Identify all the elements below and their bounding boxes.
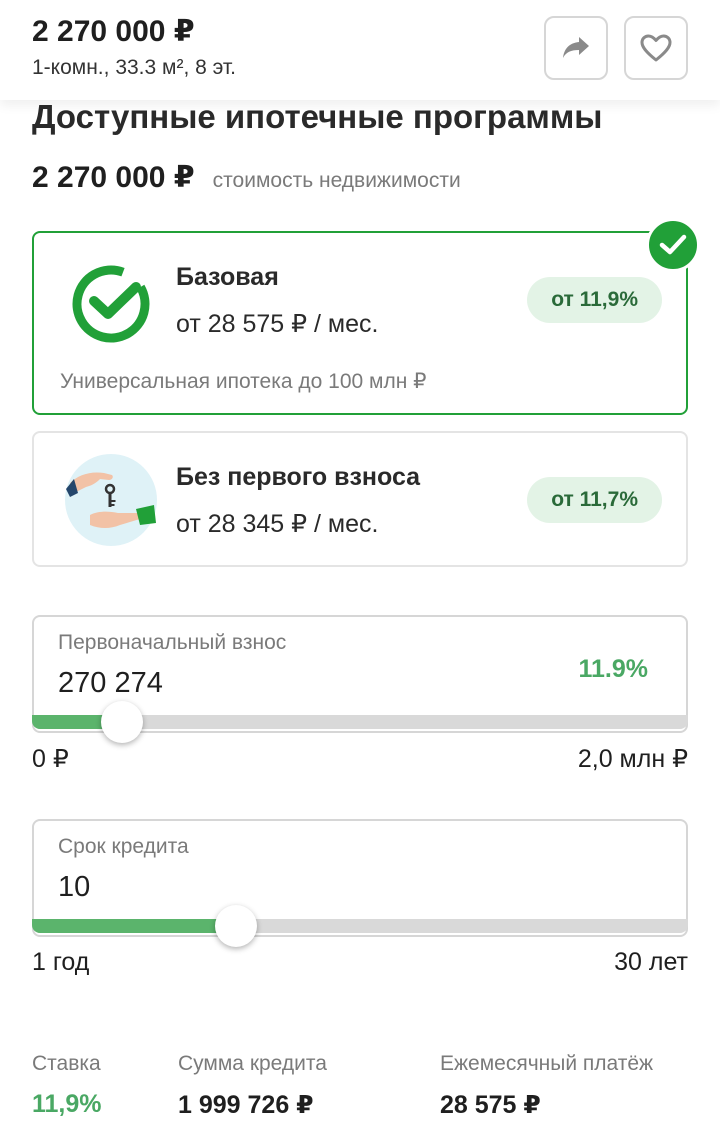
down-payment-percent: 11.9% xyxy=(578,655,648,683)
down-payment-max: 2,0 млн ₽ xyxy=(577,745,688,773)
down-payment-slider-thumb[interactable] xyxy=(101,701,143,743)
hands-with-keys-icon xyxy=(65,454,157,546)
header-price: 2 270 000 ₽ xyxy=(32,15,195,48)
summary-loan-value: 1 999 726 ₽ xyxy=(178,1091,314,1119)
program-title: Без первого взноса xyxy=(176,463,421,491)
summary-monthly-label: Ежемесячный платёж xyxy=(440,1052,654,1075)
section-title: Доступные ипотечные программы xyxy=(32,98,603,135)
summary-monthly-value: 28 575 ₽ xyxy=(440,1091,541,1119)
summary-rate: Ставка 11,9% xyxy=(32,1052,102,1119)
down-payment-label: Первоначальный взнос xyxy=(58,631,287,654)
property-price-row: 2 270 000 ₽ стоимость недвижимости xyxy=(32,160,461,195)
program-payment: от 28 345 ₽ / мес. xyxy=(176,510,379,538)
loan-term-slider-fill xyxy=(32,919,236,933)
summary-rate-value: 11,9% xyxy=(32,1090,102,1118)
share-button[interactable] xyxy=(544,16,608,80)
loan-term-value[interactable]: 10 xyxy=(58,871,90,904)
down-payment-min: 0 ₽ xyxy=(32,745,69,773)
favorite-button[interactable] xyxy=(624,16,688,80)
program-payment: от 28 575 ₽ / мес. xyxy=(176,310,379,338)
loan-term-max: 30 лет xyxy=(614,948,688,976)
program-title: Базовая xyxy=(176,263,279,291)
share-arrow-icon xyxy=(563,37,589,58)
property-price: 2 270 000 ₽ xyxy=(32,161,195,194)
heart-icon xyxy=(640,34,672,62)
loan-term-min: 1 год xyxy=(32,948,90,976)
loan-term-slider-track[interactable] xyxy=(32,919,688,933)
loan-term-label: Срок кредита xyxy=(58,835,189,858)
program-card-base[interactable]: Базовая от 28 575 ₽ / мес. от 11,9% Унив… xyxy=(32,231,688,415)
program-rate-badge: от 11,9% xyxy=(527,277,662,323)
program-description: Универсальная ипотека до 100 млн ₽ xyxy=(60,370,427,393)
summary-loan-label: Сумма кредита xyxy=(178,1052,327,1075)
program-rate-badge: от 11,7% xyxy=(527,477,662,523)
sber-check-logo-icon xyxy=(72,265,150,343)
loan-term-slider-thumb[interactable] xyxy=(215,905,257,947)
header-subtitle: 1-комн., 33.3 м², 8 эт. xyxy=(32,56,237,79)
down-payment-value[interactable]: 270 274 xyxy=(58,667,163,700)
sticky-header: 2 270 000 ₽ 1-комн., 33.3 м², 8 эт. xyxy=(0,0,720,100)
summary-loan-amount: Сумма кредита 1 999 726 ₽ xyxy=(178,1052,327,1120)
property-price-caption: стоимость недвижимости xyxy=(212,169,461,192)
summary-monthly-payment: Ежемесячный платёж 28 575 ₽ xyxy=(440,1052,653,1120)
summary-rate-label: Ставка xyxy=(32,1052,101,1075)
selected-check-icon xyxy=(646,218,700,272)
program-card-no-down-payment[interactable]: Без первого взноса от 28 345 ₽ / мес. от… xyxy=(32,431,688,567)
